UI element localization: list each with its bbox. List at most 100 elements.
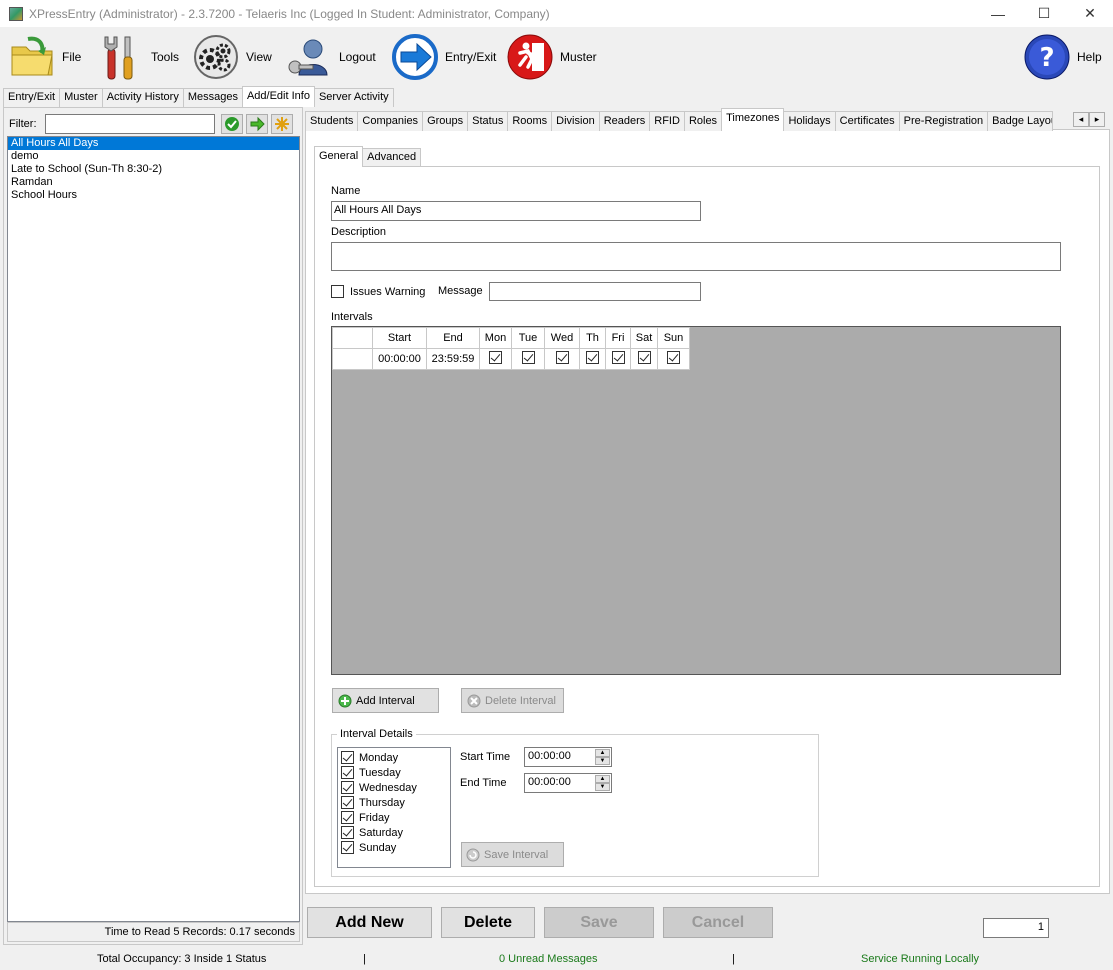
end-time-spinner[interactable]: 00:00:00 ▲ ▼	[524, 773, 612, 793]
list-item[interactable]: All Hours All Days	[8, 137, 299, 150]
save-button[interactable]: Save	[544, 907, 654, 938]
list-item[interactable]: demo	[8, 150, 299, 163]
day-monday[interactable]: Monday	[338, 750, 450, 765]
column-header-end[interactable]: End	[426, 327, 480, 349]
delete-interval-button[interactable]: Delete Interval	[461, 688, 564, 713]
tab-readers[interactable]: Readers	[598, 111, 651, 131]
maximize-button[interactable]: ☐	[1021, 0, 1067, 27]
cell-tue-checkbox[interactable]	[521, 351, 535, 364]
spin-up-icon[interactable]: ▲	[595, 775, 610, 783]
table-row[interactable]: 00:00:00 23:59:59	[332, 348, 690, 370]
tab-roles[interactable]: Roles	[683, 111, 723, 131]
day-saturday[interactable]: Saturday	[338, 825, 450, 840]
issues-warning-checkbox[interactable]: Issues Warning	[331, 285, 425, 298]
column-header-fri[interactable]: Fri	[605, 327, 631, 349]
spin-up-icon[interactable]: ▲	[595, 749, 610, 757]
cell-mon-checkbox[interactable]	[489, 351, 502, 364]
tab-timezones[interactable]: Timezones	[721, 108, 785, 130]
intervals-grid[interactable]: Start End Mon Tue Wed Th Fri Sat Sun 00:…	[331, 326, 1061, 675]
tab-students[interactable]: Students	[305, 111, 359, 131]
tab-muster[interactable]: Muster	[59, 88, 103, 107]
go-filter-button[interactable]	[246, 114, 268, 134]
tab-badge-layout[interactable]: Badge Layou	[987, 111, 1054, 131]
tab-status[interactable]: Status	[467, 111, 509, 131]
timezone-list[interactable]: All Hours All Days demo Late to School (…	[7, 136, 300, 922]
cell-end[interactable]: 23:59:59	[426, 348, 480, 370]
day-tuesday[interactable]: Tuesday	[338, 765, 450, 780]
tab-general[interactable]: General	[314, 146, 364, 167]
messages-status[interactable]: 0 Unread Messages	[499, 953, 597, 965]
day-checkbox[interactable]	[341, 811, 354, 824]
tab-server-activity[interactable]: Server Activity	[313, 88, 394, 107]
tab-rfid[interactable]: RFID	[649, 111, 685, 131]
start-time-spinner[interactable]: 00:00:00 ▲ ▼	[524, 747, 612, 767]
add-interval-button[interactable]: Add Interval	[332, 688, 439, 713]
clear-filter-button[interactable]	[271, 114, 293, 134]
tab-messages[interactable]: Messages	[182, 88, 243, 107]
day-checkbox[interactable]	[341, 781, 354, 794]
list-item[interactable]: Ramdan	[8, 176, 299, 189]
view-button[interactable]: View	[192, 31, 272, 83]
cancel-button[interactable]: Cancel	[663, 907, 773, 938]
tab-groups[interactable]: Groups	[422, 111, 469, 131]
delete-button[interactable]: Delete	[441, 907, 535, 938]
day-friday[interactable]: Friday	[338, 810, 450, 825]
tab-entry-exit[interactable]: Entry/Exit	[3, 88, 61, 107]
tab-add-edit-info[interactable]: Add/Edit Info	[241, 86, 315, 107]
end-time-label: End Time	[460, 777, 507, 789]
filter-input[interactable]	[45, 114, 215, 134]
cell-sun-checkbox[interactable]	[667, 351, 680, 364]
tools-button[interactable]: Tools	[97, 31, 179, 83]
cell-th-checkbox[interactable]	[586, 351, 599, 364]
column-header-th[interactable]: Th	[579, 327, 606, 349]
column-header-mon[interactable]: Mon	[479, 327, 512, 349]
day-sunday[interactable]: Sunday	[338, 840, 450, 855]
column-header-tue[interactable]: Tue	[511, 327, 545, 349]
cell-start[interactable]: 00:00:00	[372, 348, 427, 370]
save-interval-button[interactable]: Save Interval	[461, 842, 564, 867]
tab-companies[interactable]: Companies	[357, 111, 424, 131]
tab-certificates[interactable]: Certificates	[834, 111, 900, 131]
spin-down-icon[interactable]: ▼	[595, 757, 610, 765]
row-header[interactable]	[332, 348, 373, 370]
day-checkbox[interactable]	[341, 826, 354, 839]
apply-filter-button[interactable]	[221, 114, 243, 134]
tab-activity-history[interactable]: Activity History	[101, 88, 184, 107]
list-item[interactable]: Late to School (Sun-Th 8:30-2)	[8, 163, 299, 176]
cell-wed-checkbox[interactable]	[555, 351, 569, 364]
tab-rooms[interactable]: Rooms	[507, 111, 553, 131]
day-checkbox[interactable]	[341, 841, 354, 854]
column-header-sun[interactable]: Sun	[657, 327, 690, 349]
column-header-start[interactable]: Start	[372, 327, 427, 349]
description-input[interactable]	[331, 242, 1061, 271]
day-wednesday[interactable]: Wednesday	[338, 780, 450, 795]
add-new-button[interactable]: Add New	[307, 907, 432, 938]
cell-sat-checkbox[interactable]	[637, 351, 651, 364]
close-button[interactable]: ✕	[1067, 0, 1113, 27]
cell-fri-checkbox[interactable]	[611, 351, 625, 364]
message-input[interactable]	[489, 282, 701, 301]
entry-exit-button[interactable]: Entry/Exit	[391, 31, 496, 83]
record-number-field[interactable]: 1	[983, 918, 1049, 938]
help-button[interactable]: ? Help	[1023, 31, 1102, 83]
tab-division[interactable]: Division	[551, 111, 600, 131]
tab-holidays[interactable]: Holidays	[783, 111, 836, 131]
tab-advanced[interactable]: Advanced	[362, 148, 422, 167]
list-item[interactable]: School Hours	[8, 189, 299, 202]
name-input[interactable]: All Hours All Days	[331, 201, 701, 221]
minimize-button[interactable]: —	[975, 0, 1021, 27]
scroll-left-button[interactable]: ◂	[1073, 112, 1089, 127]
column-header-sat[interactable]: Sat	[630, 327, 658, 349]
muster-button[interactable]: Muster	[506, 31, 597, 83]
file-button[interactable]: File	[8, 31, 81, 83]
day-thursday[interactable]: Thursday	[338, 795, 450, 810]
days-checklist[interactable]: Monday Tuesday Wednesday Thursday Friday…	[337, 747, 451, 868]
logout-button[interactable]: Logout	[285, 31, 376, 83]
tab-pre-registration[interactable]: Pre-Registration	[898, 111, 989, 131]
scroll-right-button[interactable]: ▸	[1089, 112, 1105, 127]
day-checkbox[interactable]	[341, 766, 354, 779]
day-checkbox[interactable]	[341, 751, 354, 764]
spin-down-icon[interactable]: ▼	[595, 783, 610, 791]
day-checkbox[interactable]	[341, 796, 354, 809]
column-header-wed[interactable]: Wed	[544, 327, 580, 349]
